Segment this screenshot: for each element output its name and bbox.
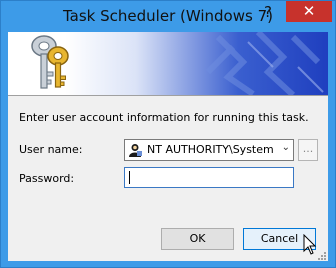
dialog-client-area: Enter user account information for runni… (8, 32, 328, 261)
user-account-icon (129, 144, 142, 157)
close-button[interactable]: ✕ (286, 1, 332, 22)
password-label: Password: (19, 172, 75, 185)
dialog-window: Task Scheduler (Windows 7) ? ✕ Enter use… (0, 0, 336, 268)
help-button[interactable]: ? (255, 2, 281, 22)
banner-divider (8, 95, 328, 96)
header-banner (8, 32, 328, 95)
chevron-down-icon[interactable]: ⌄ (282, 142, 290, 153)
banner-watermark (205, 32, 324, 95)
user-name-combobox[interactable]: NT AUTHORITY\System ⌄ (124, 139, 294, 161)
keys-icon (31, 35, 69, 89)
password-field[interactable] (124, 167, 294, 188)
text-caret (129, 171, 130, 184)
resize-grip-icon[interactable] (318, 252, 327, 261)
user-name-value: NT AUTHORITY\System (147, 143, 274, 156)
instruction-text: Enter user account information for runni… (19, 111, 309, 124)
title-bar[interactable]: Task Scheduler (Windows 7) ? ✕ (1, 1, 335, 33)
user-name-label: User name: (19, 143, 83, 156)
window-title: Task Scheduler (Windows 7) (63, 7, 273, 25)
browse-button[interactable]: ... (298, 139, 318, 161)
ok-button[interactable]: OK (161, 228, 234, 250)
mouse-cursor-icon (303, 234, 317, 255)
